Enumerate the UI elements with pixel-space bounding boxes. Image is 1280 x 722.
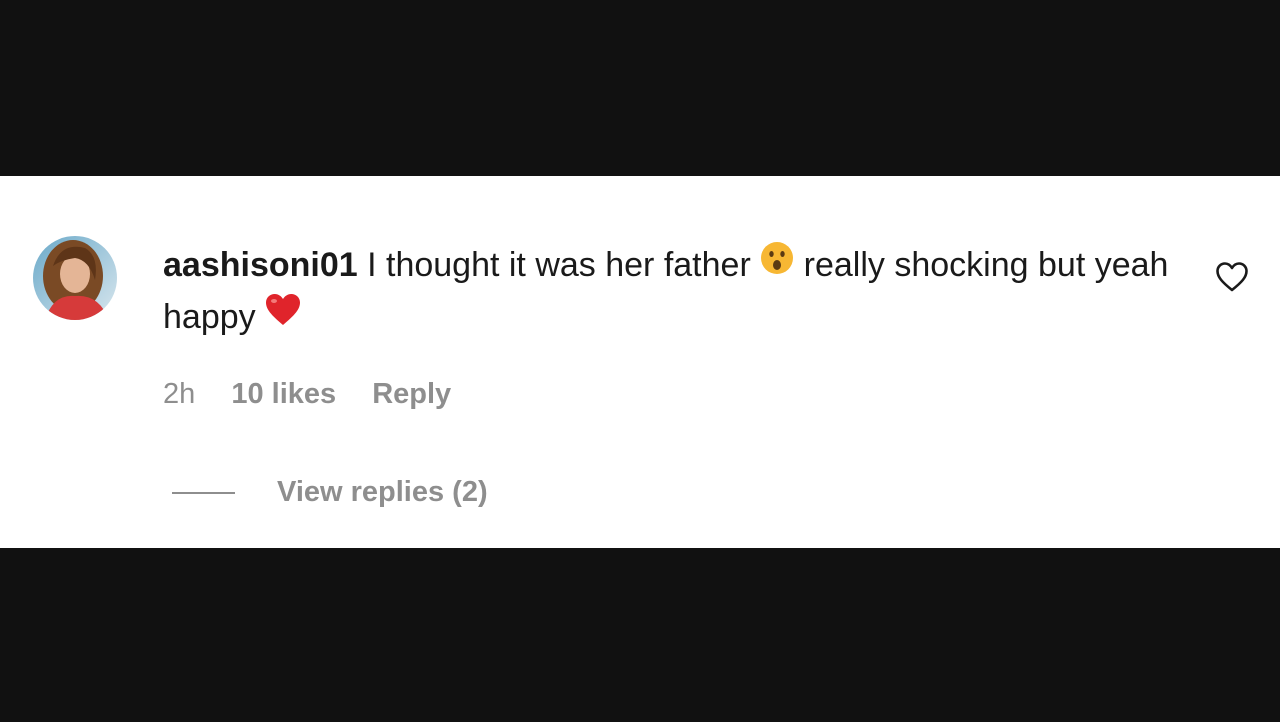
surprised-face-emoji — [760, 239, 794, 289]
red-heart-emoji — [265, 291, 301, 341]
comment-text: aashisoni01 I thought it was her father … — [163, 240, 1173, 344]
comment-username[interactable]: aashisoni01 — [163, 246, 358, 284]
heart-outline-icon — [1216, 262, 1248, 292]
comment-likes-count[interactable]: 10 likes — [231, 378, 336, 411]
comment-timestamp: 2h — [163, 378, 196, 410]
replies-divider-line — [172, 492, 235, 495]
bottom-letterbox-bar — [0, 548, 1280, 722]
view-replies-label: View replies (2) — [277, 476, 488, 508]
comment-body-part1: I thought it was her father — [357, 246, 761, 284]
like-button[interactable] — [1214, 260, 1250, 294]
comment-panel: aashisoni01 I thought it was her father … — [0, 176, 1280, 548]
reply-button[interactable]: Reply — [372, 378, 451, 411]
comment-meta-row: 2h 10 likes Reply — [163, 378, 479, 411]
view-replies-button[interactable]: View replies (2) — [172, 476, 488, 509]
top-letterbox-bar — [0, 0, 1280, 176]
avatar[interactable] — [33, 236, 117, 320]
